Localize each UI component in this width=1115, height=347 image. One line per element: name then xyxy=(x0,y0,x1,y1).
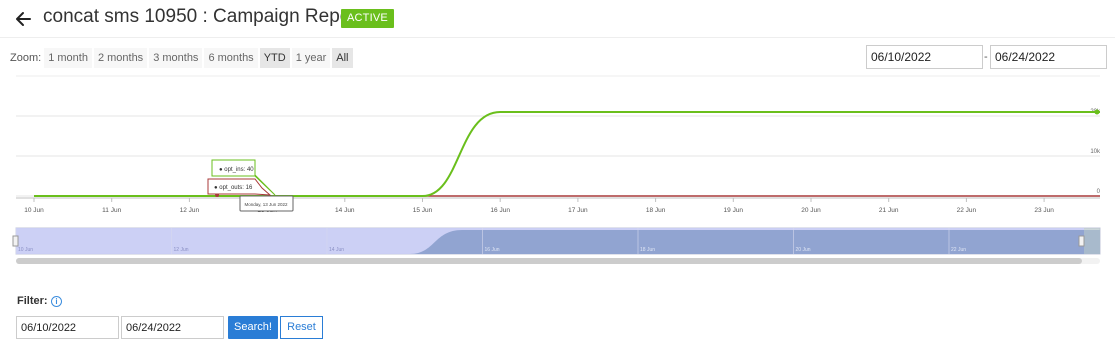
zoom-1-month-button[interactable]: 1 month xyxy=(44,48,92,68)
x-tick-label: 12 Jun xyxy=(180,207,200,214)
filter-label: Filter: xyxy=(17,295,48,307)
range-start-input[interactable]: 06/10/2022 xyxy=(866,45,983,69)
zoom-6-months-button[interactable]: 6 months xyxy=(204,48,258,68)
opt-ins-end-marker xyxy=(1094,109,1100,115)
zoom-all-button[interactable]: All xyxy=(332,48,353,68)
navigator-right-handle[interactable] xyxy=(1078,235,1085,247)
scrollbar-thumb[interactable] xyxy=(16,258,1082,264)
page-header: concat sms 10950 : Campaign Report ACTIV… xyxy=(0,0,1115,38)
x-tick-label: 23 Jun xyxy=(1034,207,1054,214)
zoom-selector: Zoom: 1 month 2 months 3 months 6 months… xyxy=(10,47,355,69)
tooltip-date-label: Monday, 13 Jun 2022 xyxy=(245,202,288,207)
navigator-label: 16 Jun xyxy=(485,247,500,253)
navigator-unselected-region xyxy=(1084,228,1100,254)
navigator-label: 20 Jun xyxy=(796,247,811,253)
zoom-1-year-button[interactable]: 1 year xyxy=(291,48,331,68)
range-end-input[interactable]: 06/24/2022 xyxy=(990,45,1107,69)
reset-button[interactable]: Reset xyxy=(280,316,323,339)
y-tick-label: 0 xyxy=(1097,189,1101,195)
chart-svg: 010k20k10 Jun11 Jun12 Jun13 Jun14 Jun15 … xyxy=(12,75,1101,264)
tooltip-opt-ins-label: ● opt_ins: 40 xyxy=(219,167,254,173)
x-tick-label: 10 Jun xyxy=(24,207,44,214)
zoom-3-months-button[interactable]: 3 months xyxy=(149,48,203,68)
search-button[interactable]: Search! xyxy=(228,316,278,339)
x-tick-label: 15 Jun xyxy=(413,207,433,214)
x-tick-label: 14 Jun xyxy=(335,207,355,214)
filter-from-input[interactable]: 06/10/2022 xyxy=(16,316,119,339)
x-tick-label: 19 Jun xyxy=(724,207,744,214)
x-tick-label: 11 Jun xyxy=(102,207,121,214)
y-tick-label: 10k xyxy=(1090,149,1101,155)
x-tick-label: 22 Jun xyxy=(957,207,977,214)
back-arrow-icon[interactable] xyxy=(12,8,34,30)
x-tick-label: 16 Jun xyxy=(490,207,510,214)
x-tick-label: 18 Jun xyxy=(646,207,666,214)
zoom-2-months-button[interactable]: 2 months xyxy=(93,48,148,68)
status-badge: ACTIVE xyxy=(341,9,394,28)
range-separator: - xyxy=(984,51,988,63)
zoom-label: Zoom: xyxy=(10,52,42,64)
campaign-chart: 010k20k10 Jun11 Jun12 Jun13 Jun14 Jun15 … xyxy=(0,72,1115,272)
navigator-label: 12 Jun xyxy=(174,247,189,253)
tooltip-opt-outs-label: ● opt_outs: 16 xyxy=(214,185,253,191)
x-tick-label: 17 Jun xyxy=(568,207,588,214)
navigator-left-handle[interactable] xyxy=(12,235,19,247)
zoom-ytd-button[interactable]: YTD xyxy=(259,48,290,68)
x-tick-label: 20 Jun xyxy=(801,207,821,214)
info-icon[interactable]: i xyxy=(51,296,62,307)
navigator-label: 18 Jun xyxy=(640,247,655,253)
navigator-label: 22 Jun xyxy=(951,247,966,253)
opt-ins-line xyxy=(34,111,1100,197)
filter-to-input[interactable]: 06/24/2022 xyxy=(121,316,224,339)
navigator-label: 14 Jun xyxy=(329,247,344,253)
x-tick-label: 21 Jun xyxy=(879,207,899,214)
navigator-label: 10 Jun xyxy=(18,247,33,253)
page-title: concat sms 10950 : Campaign Report xyxy=(43,6,362,27)
